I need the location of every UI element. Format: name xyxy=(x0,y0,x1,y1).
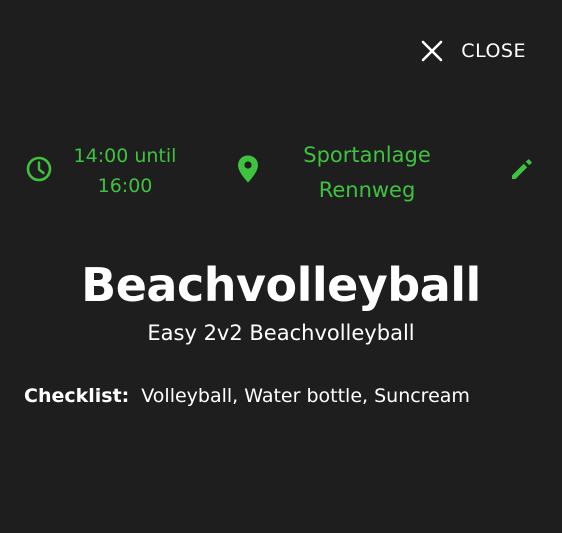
checklist-label: Checklist: xyxy=(24,385,130,407)
location-pin-icon xyxy=(236,154,260,188)
pencil-icon xyxy=(509,159,535,186)
event-info-row: 14:00 until 16:00 Sportanlage Rennweg xyxy=(0,138,562,208)
event-time-end: 16:00 xyxy=(97,175,153,197)
event-detail-screen: CLOSE 14:00 until 16:00 Sportanlage Renn… xyxy=(0,0,562,533)
close-icon xyxy=(421,40,443,62)
event-time: 14:00 until 16:00 xyxy=(60,141,190,201)
edit-button[interactable] xyxy=(509,156,535,186)
checklist-items: Volleyball, Water bottle, Suncream xyxy=(141,385,470,407)
event-location-line2: Rennweg xyxy=(318,178,416,202)
event-subtitle: Easy 2v2 Beachvolleyball xyxy=(147,321,415,345)
close-button[interactable]: CLOSE xyxy=(421,40,526,62)
event-title: Beachvolleyball xyxy=(81,258,481,312)
event-time-start: 14:00 until xyxy=(73,145,177,167)
event-location-line1: Sportanlage xyxy=(303,143,431,167)
checklist: Checklist: Volleyball, Water bottle, Sunc… xyxy=(24,385,470,407)
close-label: CLOSE xyxy=(461,40,526,62)
event-location: Sportanlage Rennweg xyxy=(282,138,452,208)
clock-icon xyxy=(25,155,53,187)
